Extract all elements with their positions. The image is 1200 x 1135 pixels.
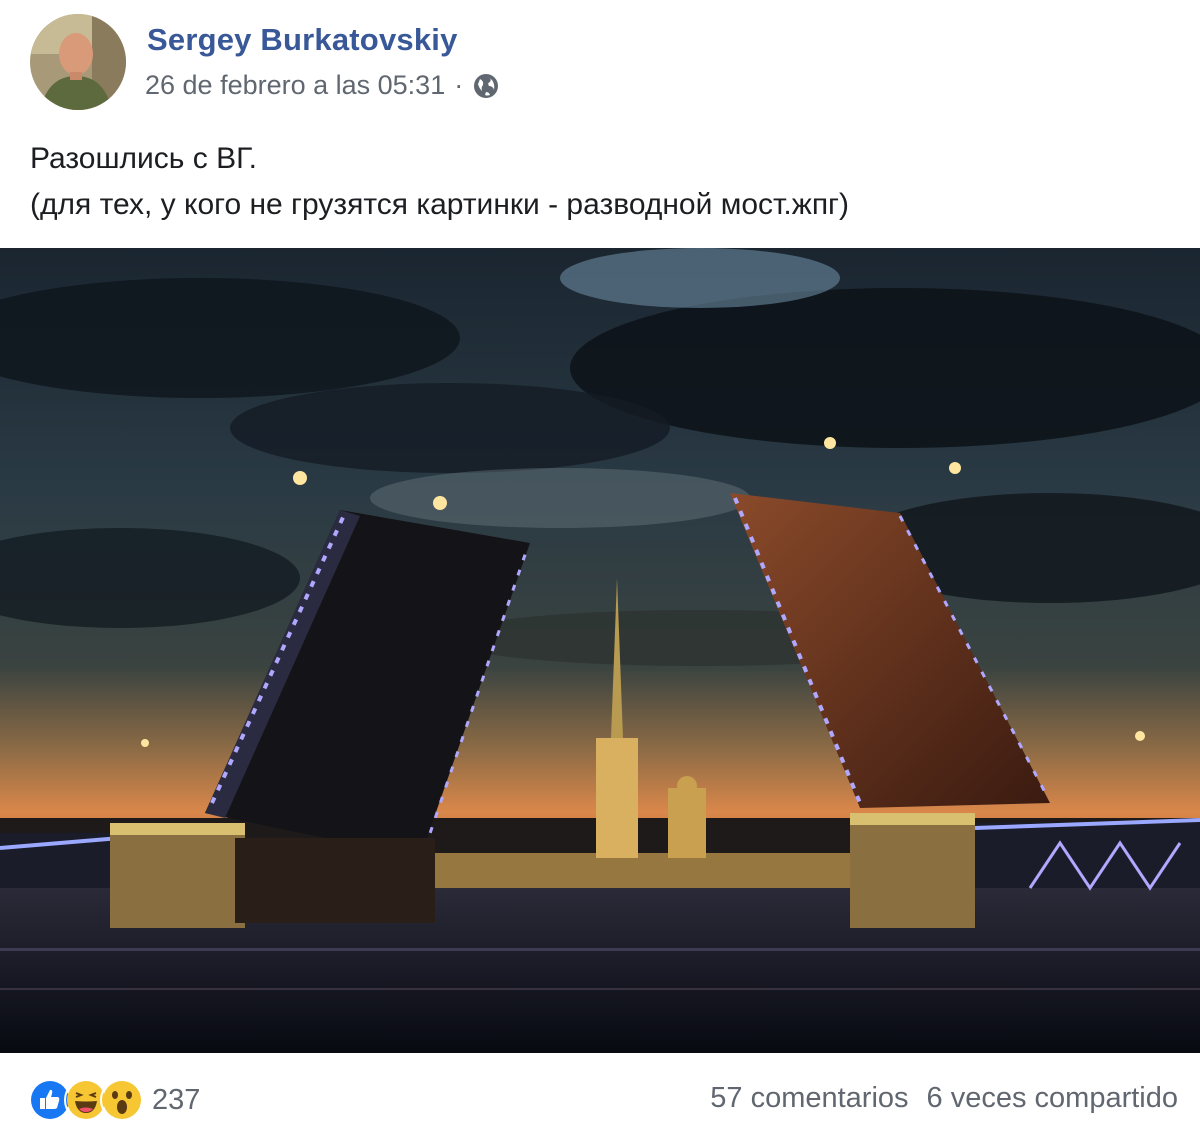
post-stats: 57 comentarios 6 veces compartido bbox=[710, 1082, 1178, 1115]
globe-icon[interactable] bbox=[472, 72, 500, 100]
meta-separator: · bbox=[454, 70, 464, 100]
reactions-summary[interactable]: 237 bbox=[28, 1078, 200, 1122]
author-name[interactable]: Sergey Burkatovskiy bbox=[147, 22, 458, 58]
post-meta: 26 de febrero a las 05:31 · bbox=[145, 70, 500, 101]
post-photo[interactable] bbox=[0, 248, 1200, 1053]
post-text: Разошлись с ВГ. (для тех, у кого не груз… bbox=[30, 136, 849, 228]
comments-link[interactable]: 57 comentarios bbox=[710, 1082, 908, 1115]
reaction-count: 237 bbox=[152, 1083, 201, 1116]
post-timestamp[interactable]: 26 de febrero a las 05:31 bbox=[145, 70, 445, 101]
wow-icon bbox=[100, 1078, 144, 1122]
post-text-line-1: Разошлись с ВГ. bbox=[30, 142, 258, 175]
shares-link[interactable]: 6 veces compartido bbox=[927, 1082, 1178, 1115]
post-text-line-2: (для тех, у кого не грузятся картинки - … bbox=[30, 188, 849, 221]
author-avatar[interactable] bbox=[30, 14, 126, 110]
